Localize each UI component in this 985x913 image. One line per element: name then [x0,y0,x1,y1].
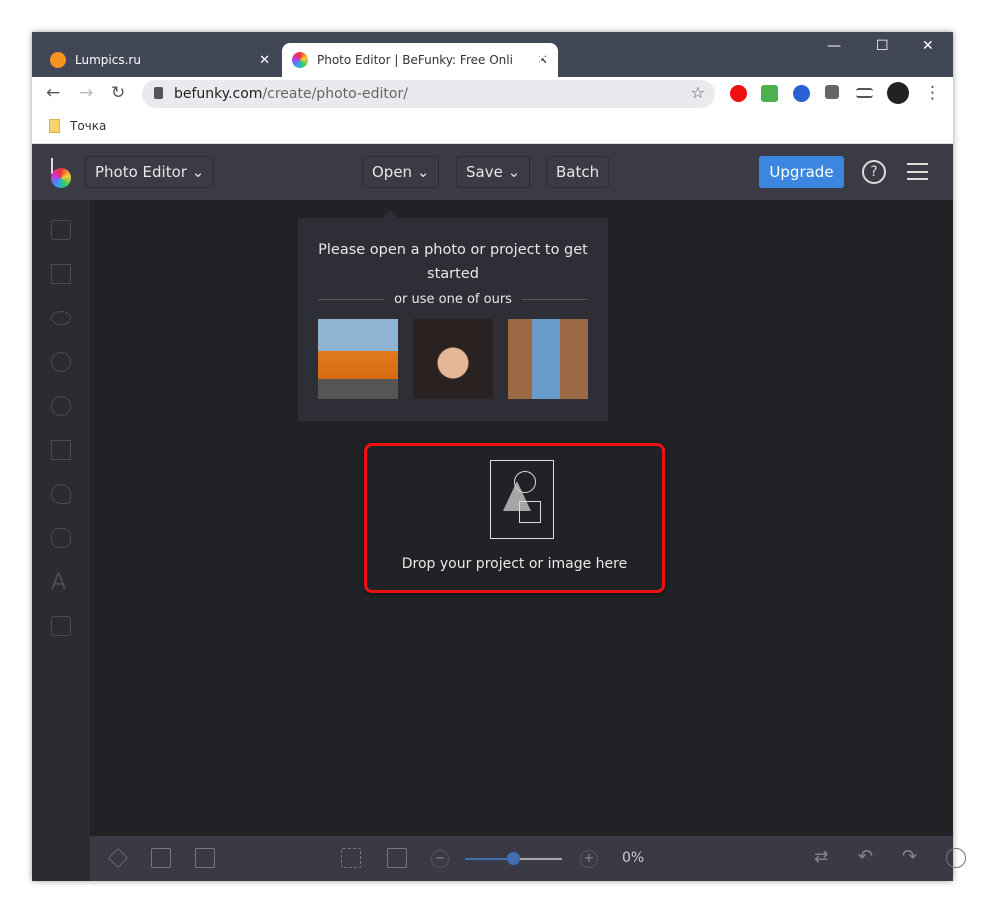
tab-title: Photo Editor | BeFunky: Free Onli [317,53,513,67]
badge-icon[interactable] [51,528,71,548]
lock-icon [154,87,163,99]
bookmark-star-icon[interactable]: ☆ [691,83,705,102]
frame-icon[interactable] [51,440,71,460]
zoom-out-icon[interactable]: − [431,850,449,868]
save-button[interactable]: Save ⌄ [456,156,531,188]
bottom-toolbar: − + 0% ⇄ ↶ ↷ [90,836,966,881]
undo-icon[interactable]: ↶ [858,846,873,867]
batch-button[interactable]: Batch [546,156,610,188]
fit-screen-icon[interactable] [341,848,361,868]
adjust-sliders-icon[interactable] [51,264,71,284]
befunky-logo [49,158,73,188]
back-icon[interactable]: ← [46,83,60,103]
folder-icon [49,119,60,133]
texture-icon[interactable] [51,616,71,636]
zoom-value: 0% [622,850,645,866]
maximize-icon[interactable]: ☐ [876,38,889,54]
tab-title: Lumpics.ru [75,53,141,67]
adblock-extension-icon[interactable] [730,85,747,102]
star-icon[interactable] [51,352,71,372]
address-bar: ← → ↻ befunky.com/create/photo-editor/☆ … [32,77,953,111]
tool-sidebar: A [32,200,90,881]
profile-avatar[interactable] [887,82,909,104]
heart-icon[interactable] [51,484,71,504]
browser-window: Lumpics.ru ✕ Photo Editor | BeFunky: Free… [32,32,966,881]
help-icon[interactable]: ? [862,160,886,184]
minimize-icon[interactable]: — [827,38,841,54]
extensions-puzzle-icon[interactable] [825,85,839,99]
actual-size-icon[interactable] [387,848,407,868]
url-host: befunky.com [174,86,263,102]
upgrade-button[interactable]: Upgrade [759,156,844,188]
history-icon[interactable] [946,848,966,868]
divider: or use one of ours [298,292,608,307]
more-menu-icon[interactable]: ⋮ [924,83,941,103]
close-window-icon[interactable]: ✕ [922,38,934,54]
redo-icon[interactable]: ↷ [902,846,917,867]
eye-icon[interactable] [51,311,71,325]
compare-icon[interactable] [151,848,171,868]
hamburger-menu-icon[interactable] [907,163,928,180]
layers-icon[interactable] [108,848,128,868]
layout-icon[interactable] [195,848,215,868]
sample-photo-woman[interactable] [413,319,493,399]
drop-zone[interactable]: Drop your project or image here [364,443,665,593]
music-extension-icon[interactable] [761,85,778,102]
media-control-icon[interactable] [856,88,873,98]
befunky-favicon-icon [292,52,308,68]
open-photo-popover: Please open a photo or project to get st… [298,210,608,421]
open-button[interactable]: Open ⌄ [362,156,440,188]
url-path: /create/photo-editor/ [262,86,408,102]
sample-photo-bicycle[interactable] [508,319,588,399]
popover-title: Please open a photo or project to get st… [318,242,588,282]
bookmarks-bar: Точка [32,111,953,144]
app-header: Photo Editor ⌄ Open ⌄ Save ⌄ Batch Upgra… [32,144,953,200]
reload-icon[interactable]: ↻ [111,83,125,103]
sample-photo-van[interactable] [318,319,398,399]
bookmark-tochka[interactable]: Точка [70,119,106,133]
tab-befunky[interactable]: Photo Editor | BeFunky: Free Onli ✕ [282,43,558,77]
forward-icon[interactable]: → [79,83,93,103]
tab-lumpics[interactable]: Lumpics.ru ✕ [40,43,280,77]
new-tab-icon[interactable]: + [532,45,549,69]
shapes-image-icon [490,460,554,539]
or-use-ours-label: or use one of ours [394,292,512,307]
image-icon[interactable] [51,220,71,240]
zoom-slider[interactable] [465,852,562,865]
photo-editor-menu[interactable]: Photo Editor ⌄ [85,156,215,188]
drop-zone-label: Drop your project or image here [401,556,628,572]
text-icon[interactable]: A [51,570,66,595]
tab-strip: Lumpics.ru ✕ Photo Editor | BeFunky: Free… [32,32,953,77]
close-tab-icon[interactable]: ✕ [259,53,270,68]
url-input[interactable]: befunky.com/create/photo-editor/ ☆ [142,80,715,108]
orange-favicon-icon [50,52,66,68]
vpn-extension-icon[interactable] [793,85,810,102]
effects-icon[interactable] [51,396,71,416]
flip-icon[interactable]: ⇄ [814,847,828,867]
zoom-in-icon[interactable]: + [580,850,598,868]
